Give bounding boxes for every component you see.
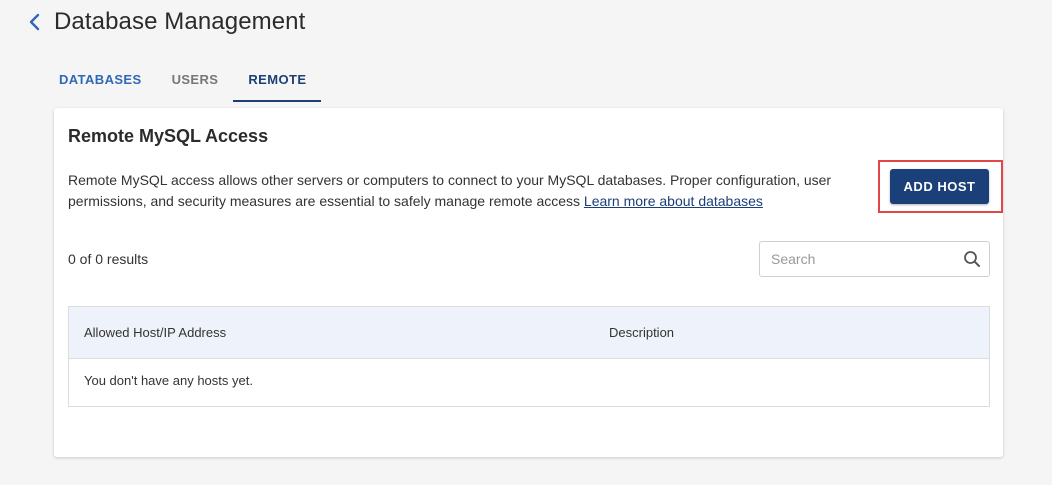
card-title: Remote MySQL Access — [68, 126, 269, 146]
back-button[interactable] — [28, 8, 50, 36]
search-icon[interactable] — [955, 242, 989, 276]
tab-users[interactable]: USERS — [157, 62, 234, 102]
add-host-button[interactable]: ADD HOST — [890, 169, 989, 204]
table-header: Allowed Host/IP Address Description — [69, 307, 989, 359]
page: Database Management DATABASES USERS REMO… — [0, 0, 1052, 485]
search-box — [759, 241, 990, 277]
page-title: Database Management — [54, 8, 306, 35]
search-input[interactable] — [760, 242, 955, 276]
page-header: Database Management — [28, 6, 305, 38]
card-description: Remote MySQL access allows other servers… — [68, 170, 878, 212]
add-host-highlight: ADD HOST — [878, 160, 1003, 213]
chevron-left-icon — [29, 13, 40, 31]
tab-bar: DATABASES USERS REMOTE — [44, 62, 322, 102]
remote-access-card: Remote MySQL Access Remote MySQL access … — [54, 108, 1003, 457]
learn-more-link[interactable]: Learn more about databases — [584, 193, 763, 209]
column-header-description: Description — [609, 325, 675, 340]
hosts-table: Allowed Host/IP Address Description You … — [68, 306, 990, 407]
tab-databases[interactable]: DATABASES — [44, 62, 157, 102]
column-header-host: Allowed Host/IP Address — [84, 325, 227, 340]
results-count: 0 of 0 results — [68, 251, 149, 267]
tab-remote[interactable]: REMOTE — [233, 62, 322, 102]
empty-state-message: You don't have any hosts yet. — [84, 373, 253, 388]
